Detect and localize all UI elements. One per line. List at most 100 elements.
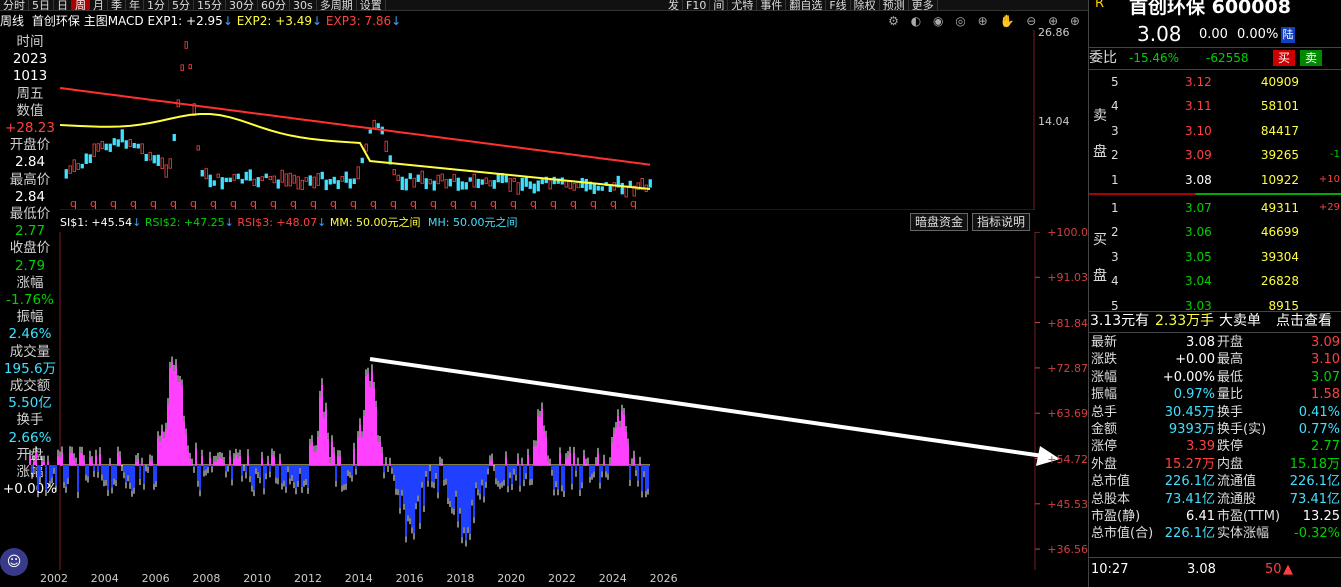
period-tab[interactable]: 月 xyxy=(90,0,108,10)
toolbar-button[interactable]: 事件 xyxy=(757,0,787,10)
big-order-row[interactable]: 3.13元有 2.33万手 大卖单 点击查看 xyxy=(1089,312,1341,330)
stat-value: 6.41 xyxy=(1186,509,1215,524)
year-tick: 2008 xyxy=(192,572,221,585)
indicator-help-button[interactable]: 指标说明 xyxy=(972,213,1031,231)
quote-panel: R 首创环保 600008 3.08 0.00 0.00% 陆 委比 -15.4… xyxy=(1088,0,1341,587)
stat-value: 0.41% xyxy=(1298,404,1340,420)
candle xyxy=(496,173,500,183)
exp1-value: EXP1: +2.95 xyxy=(147,14,223,28)
period-tab[interactable]: 季 xyxy=(108,0,126,10)
arrow-down-icon: ↓ xyxy=(317,216,327,229)
sell-level-row[interactable]: 2 3.09 39265 -1 xyxy=(1089,143,1341,167)
year-tick: 2018 xyxy=(446,572,475,585)
toolbar-button[interactable]: 尤特 xyxy=(728,0,758,10)
toolbar-button[interactable]: F10 xyxy=(683,0,711,10)
toolbar-button[interactable]: 预测 xyxy=(880,0,909,10)
candle xyxy=(240,178,244,184)
candle xyxy=(476,178,480,189)
period-tab[interactable]: 年 xyxy=(126,0,144,10)
period-tab[interactable]: 5分 xyxy=(169,0,194,10)
badge-r: R xyxy=(1095,0,1105,11)
candle xyxy=(152,155,156,164)
stat-label: 内盘 xyxy=(1217,456,1244,472)
sell-button[interactable]: 卖 xyxy=(1300,50,1322,66)
period-tab[interactable]: 日 xyxy=(54,0,72,10)
toolbar-button[interactable]: 发 xyxy=(665,0,683,10)
candle xyxy=(368,129,372,134)
rsi-axis-label: +100.0 xyxy=(1047,226,1088,239)
toolbar-button[interactable]: 更多 xyxy=(909,0,938,10)
period-tab[interactable]: 60分 xyxy=(258,0,290,10)
period-tab[interactable]: 1分 xyxy=(144,0,169,10)
sell-level-row[interactable]: 4 3.11 58101 xyxy=(1089,94,1341,118)
mh-value: MH: 50.00元之间 xyxy=(428,216,518,229)
period-tab[interactable]: 设置 xyxy=(357,0,386,10)
big-order-volume: 2.33万手 xyxy=(1155,313,1215,329)
stat-label: 涨跌 xyxy=(1091,352,1118,368)
level-price: 3.07 xyxy=(1185,201,1212,215)
level-price: 3.04 xyxy=(1185,274,1212,289)
toolbar-button[interactable]: 翻自选 xyxy=(786,0,827,10)
candle xyxy=(416,174,420,182)
rsi-chart[interactable] xyxy=(0,232,1088,570)
period-tab[interactable]: 周 xyxy=(72,0,90,10)
period-tab[interactable]: 30分 xyxy=(226,0,258,10)
dark-pool-button[interactable]: 暗盘资金 xyxy=(910,213,969,231)
weicha-value: -62558 xyxy=(1206,51,1249,65)
year-tick: 2016 xyxy=(395,572,424,585)
candle xyxy=(244,171,248,181)
sell-level-row[interactable]: 1 3.08 10922 +10 xyxy=(1089,168,1341,192)
period-tab[interactable]: 5日 xyxy=(29,0,54,10)
q-marker: q xyxy=(110,197,117,210)
year-value: 2023 xyxy=(12,51,48,68)
indicator-name[interactable]: 主图MACD xyxy=(84,14,144,28)
q-marker: q xyxy=(210,197,217,210)
candle xyxy=(180,64,184,71)
toolbar-button[interactable]: F线 xyxy=(826,0,851,10)
period-tab[interactable]: 15分 xyxy=(194,0,226,10)
buy-level-row[interactable]: 3 3.05 39304 xyxy=(1089,245,1341,269)
q-marker: q xyxy=(470,197,477,210)
candle xyxy=(648,179,652,188)
rsi-legend: SI$1: +45.54↓ RSI$2: +47.25↓ RSI$3: +48.… xyxy=(60,215,518,231)
stat-label: 最低 xyxy=(1217,369,1244,385)
candle xyxy=(208,174,212,188)
period-tab[interactable]: 多周期 xyxy=(317,0,357,10)
stock-title: 首创环保 600008 xyxy=(1129,0,1291,18)
main-chart[interactable]: qqqqqqqqqqqqqqqqqqqqqqqqqqqqq xyxy=(60,30,1035,210)
rsi2-value: RSI$2: +47.25 xyxy=(144,216,225,229)
candle xyxy=(428,179,432,185)
toolbar-button[interactable]: 除权 xyxy=(851,0,880,10)
level-number: 2 xyxy=(1111,148,1119,163)
buy-level-row[interactable]: 4 3.04 26828 xyxy=(1089,269,1341,293)
rsi-axis-label: +63.69 xyxy=(1047,407,1088,421)
open-value: 2.84 xyxy=(14,154,46,171)
stat-label: 金额 xyxy=(1091,422,1118,437)
sell-level-row[interactable]: 5 3.12 40909 xyxy=(1089,70,1341,94)
candle xyxy=(160,157,164,170)
candle xyxy=(600,186,604,191)
big-order-link[interactable]: 点击查看 xyxy=(1276,312,1332,330)
assistant-robot-icon[interactable]: ☺ xyxy=(0,548,28,576)
candle xyxy=(128,139,132,147)
period-tab[interactable]: 分时 xyxy=(0,0,29,10)
price-axis-top: 26.86 xyxy=(1038,26,1070,39)
toolbar-button[interactable]: 间 xyxy=(710,0,729,10)
buy-level-row[interactable]: 1 3.07 49311 +29 xyxy=(1089,196,1341,220)
level-number: 4 xyxy=(1111,274,1119,289)
buy-level-row[interactable]: 2 3.06 46699 xyxy=(1089,220,1341,244)
stat-value: +0.00 xyxy=(1175,352,1215,368)
candle xyxy=(480,179,484,185)
candle xyxy=(424,178,428,190)
candle xyxy=(124,140,128,149)
year-tick: 2004 xyxy=(90,572,119,585)
stat-value: 13.25 xyxy=(1302,509,1340,524)
period-tab[interactable]: 30s xyxy=(290,0,317,10)
buy-button[interactable]: 买 xyxy=(1273,50,1295,66)
sell-level-row[interactable]: 3 3.10 84417 xyxy=(1089,119,1341,143)
q-marker: q xyxy=(530,197,537,210)
candle xyxy=(436,174,440,185)
candle xyxy=(528,181,532,189)
candle xyxy=(224,177,228,183)
q-marker: q xyxy=(450,197,457,210)
